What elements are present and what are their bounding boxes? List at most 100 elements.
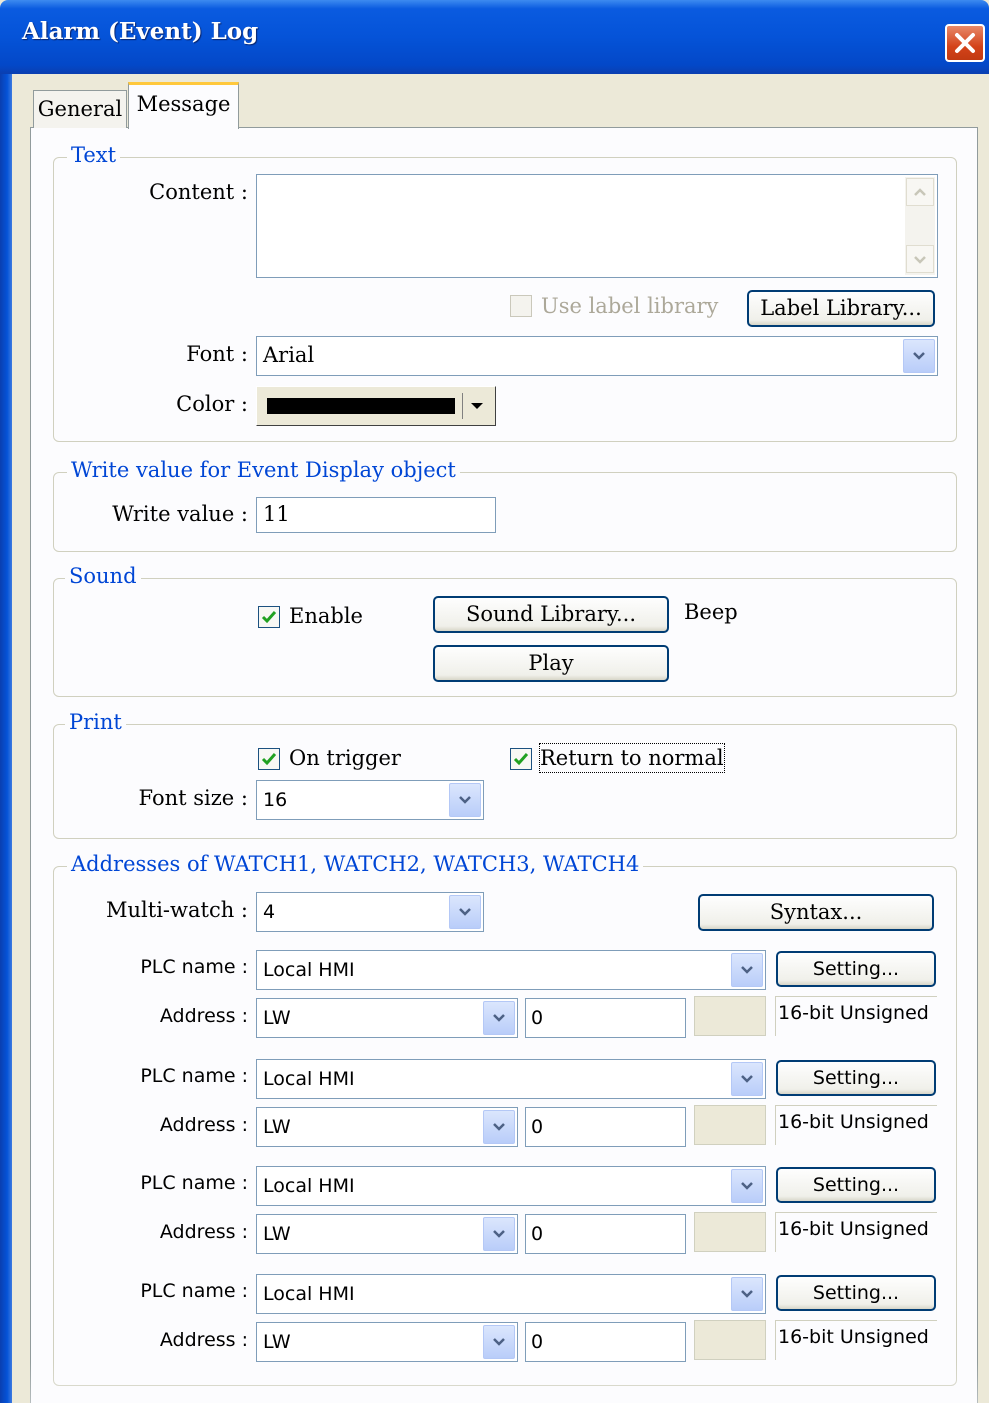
font-size-select[interactable]: 16 <box>256 780 484 820</box>
data-type-display: 16-bit Unsigned <box>775 996 937 1036</box>
address-input[interactable]: 0 <box>525 1107 686 1147</box>
sound-group-legend: Sound <box>65 563 141 589</box>
plc-name-label: PLC name : <box>140 1065 248 1087</box>
syntax-button[interactable]: Syntax... <box>698 894 934 931</box>
plc-name-label: PLC name : <box>140 1172 248 1194</box>
content-scrollbar[interactable] <box>905 177 935 275</box>
address-label: Address : <box>159 1114 248 1136</box>
plc-name-select[interactable]: Local HMI <box>256 1059 766 1099</box>
plc-name-value: Local HMI <box>263 959 355 981</box>
print-group-legend: Print <box>65 709 126 735</box>
data-type-display: 16-bit Unsigned <box>775 1105 937 1145</box>
color-swatch <box>267 398 455 414</box>
chevron-down-icon <box>493 1230 505 1238</box>
write-value-label: Write value : <box>112 502 248 526</box>
device-dropdown-button[interactable] <box>483 1001 515 1035</box>
plc-name-select[interactable]: Local HMI <box>256 1274 766 1314</box>
return-to-normal-checkbox[interactable] <box>510 748 532 770</box>
checkmark-icon <box>261 753 277 766</box>
sound-name: Beep <box>684 600 738 624</box>
panel-bottom <box>30 1362 978 1403</box>
play-button[interactable]: Play <box>433 645 669 682</box>
content-textarea[interactable] <box>256 174 938 278</box>
plc-name-select[interactable]: Local HMI <box>256 950 766 990</box>
plc-name-value: Local HMI <box>263 1283 355 1305</box>
setting-button[interactable]: Setting... <box>776 1167 936 1203</box>
plc-name-label: PLC name : <box>140 956 248 978</box>
plc-dropdown-button[interactable] <box>731 1277 763 1311</box>
device-dropdown-button[interactable] <box>483 1217 515 1251</box>
address-device-value: LW <box>263 1116 291 1138</box>
multi-watch-value: 4 <box>263 901 276 923</box>
device-dropdown-button[interactable] <box>483 1325 515 1359</box>
font-size-dropdown-button[interactable] <box>449 783 481 817</box>
close-button[interactable] <box>945 24 985 62</box>
plc-name-label: PLC name : <box>140 1280 248 1302</box>
font-size-value: 16 <box>263 789 288 811</box>
setting-button[interactable]: Setting... <box>776 1275 936 1311</box>
plc-dropdown-button[interactable] <box>731 953 763 987</box>
chevron-down-icon <box>459 908 471 916</box>
print-group <box>53 724 957 839</box>
chevron-down-icon <box>741 1075 753 1083</box>
address-extra-field <box>694 1212 766 1252</box>
scroll-down-button[interactable] <box>906 245 934 273</box>
device-dropdown-button[interactable] <box>483 1110 515 1144</box>
address-extra-field <box>694 1105 766 1145</box>
address-device-select[interactable]: LW <box>256 1214 518 1254</box>
chevron-down-icon <box>493 1014 505 1022</box>
address-extra-field <box>694 996 766 1036</box>
font-select[interactable]: Arial <box>256 336 938 376</box>
text-group-legend: Text <box>67 142 121 168</box>
address-input[interactable]: 0 <box>525 998 686 1038</box>
use-label-library-label: Use label library <box>541 294 719 318</box>
enable-sound-checkbox[interactable] <box>258 606 280 628</box>
address-device-select[interactable]: LW <box>256 998 518 1038</box>
on-trigger-checkbox[interactable] <box>258 748 280 770</box>
close-icon <box>955 33 975 53</box>
write-value-group-legend: Write value for Event Display object <box>67 457 460 483</box>
data-type-display: 16-bit Unsigned <box>775 1212 937 1252</box>
color-picker[interactable] <box>256 386 496 426</box>
window-title: Alarm (Event) Log <box>22 18 259 45</box>
plc-dropdown-button[interactable] <box>731 1062 763 1096</box>
font-label: Font : <box>186 342 248 366</box>
address-device-select[interactable]: LW <box>256 1322 518 1362</box>
font-dropdown-button[interactable] <box>903 339 935 373</box>
multi-watch-select[interactable]: 4 <box>256 892 484 932</box>
address-label: Address : <box>159 1221 248 1243</box>
use-label-library-checkbox[interactable] <box>510 295 532 317</box>
chevron-down-icon <box>914 256 926 264</box>
plc-dropdown-button[interactable] <box>731 1169 763 1203</box>
tab-general[interactable]: General <box>33 90 127 128</box>
on-trigger-label: On trigger <box>289 746 401 770</box>
plc-name-value: Local HMI <box>263 1175 355 1197</box>
sound-library-button[interactable]: Sound Library... <box>433 596 669 633</box>
font-size-label: Font size : <box>138 786 248 810</box>
chevron-down-icon <box>913 352 925 360</box>
color-label: Color : <box>176 392 248 416</box>
address-device-value: LW <box>263 1331 291 1353</box>
tab-message[interactable]: Message <box>128 82 239 129</box>
address-device-value: LW <box>263 1007 291 1029</box>
dropdown-arrow-icon <box>471 403 483 409</box>
multi-watch-dropdown-button[interactable] <box>449 895 481 929</box>
address-device-value: LW <box>263 1223 291 1245</box>
setting-button[interactable]: Setting... <box>776 951 936 987</box>
address-input[interactable]: 0 <box>525 1214 686 1254</box>
plc-name-select[interactable]: Local HMI <box>256 1166 766 1206</box>
label-library-button[interactable]: Label Library... <box>747 290 935 327</box>
color-divider <box>462 393 463 419</box>
address-device-select[interactable]: LW <box>256 1107 518 1147</box>
enable-sound-label: Enable <box>289 604 363 628</box>
write-value-input[interactable]: 11 <box>256 497 496 533</box>
multi-watch-label: Multi-watch : <box>106 898 248 922</box>
chevron-down-icon <box>493 1123 505 1131</box>
address-label: Address : <box>159 1005 248 1027</box>
address-extra-field <box>694 1320 766 1360</box>
address-input[interactable]: 0 <box>525 1322 686 1362</box>
return-to-normal-label: Return to normal <box>539 743 725 773</box>
font-select-value: Arial <box>263 343 315 367</box>
setting-button[interactable]: Setting... <box>776 1060 936 1096</box>
scroll-up-button[interactable] <box>906 178 934 206</box>
